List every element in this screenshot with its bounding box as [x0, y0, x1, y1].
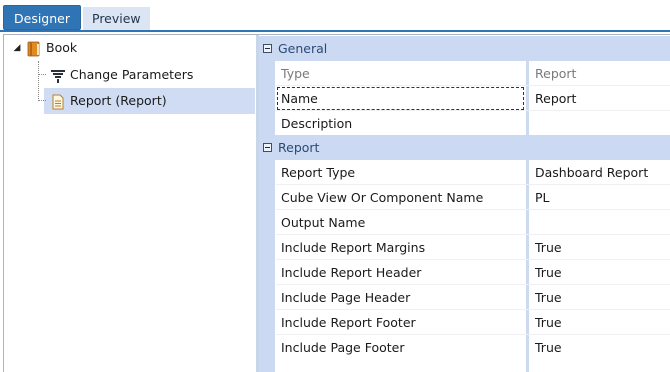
tree-connector — [38, 74, 46, 75]
property-value-field[interactable] — [529, 210, 670, 235]
tree-node-label: Report (Report) — [70, 93, 167, 108]
row-gutter — [259, 160, 275, 185]
tree-node-label: Book — [46, 40, 78, 55]
tab-underline — [0, 30, 670, 32]
tree-connector — [38, 100, 46, 101]
property-row[interactable]: Include Report Footer True — [259, 310, 670, 335]
row-gutter — [259, 335, 275, 360]
report-document-icon — [50, 93, 66, 110]
property-name: Output Name — [281, 215, 366, 230]
property-row[interactable]: Type Report — [259, 61, 670, 86]
tree-node-report[interactable]: Report (Report) — [50, 88, 167, 114]
property-row[interactable]: Cube View Or Component Name PL — [259, 185, 670, 210]
property-value-field[interactable]: Report — [529, 86, 670, 111]
row-gutter — [259, 210, 275, 235]
book-icon — [26, 40, 42, 57]
property-row[interactable]: Include Page Footer True — [259, 335, 670, 360]
property-value-field[interactable]: True — [529, 260, 670, 285]
row-gutter — [259, 360, 275, 372]
property-row[interactable]: Include Report Header True — [259, 260, 670, 285]
tree-connector — [38, 61, 39, 101]
category-general[interactable]: General — [259, 36, 670, 61]
row-gutter — [259, 310, 275, 335]
property-value-field[interactable]: True — [529, 310, 670, 335]
row-gutter — [259, 61, 275, 86]
grid-empty-space — [259, 360, 670, 372]
property-name: Include Report Footer — [281, 315, 416, 330]
property-name: Report Type — [281, 165, 356, 180]
property-row[interactable]: Description — [259, 111, 670, 136]
property-value-field[interactable]: True — [529, 235, 670, 260]
property-name: Include Report Header — [281, 265, 422, 280]
row-gutter — [259, 185, 275, 210]
property-value-field[interactable]: PL — [529, 185, 670, 210]
property-name: Description — [281, 116, 353, 131]
property-row[interactable]: Include Page Header True — [259, 285, 670, 310]
book-tree: ◢ Book Change Parameters Report (Report) — [3, 35, 256, 372]
property-row[interactable]: Include Report Margins True — [259, 235, 670, 260]
property-name: Include Report Margins — [281, 240, 426, 255]
collapse-triangle-icon[interactable]: ◢ — [11, 35, 23, 61]
property-value-field[interactable]: Dashboard Report — [529, 160, 670, 185]
property-name: Name — [276, 86, 525, 111]
property-name: Include Page Header — [281, 290, 411, 305]
filter-funnel-icon — [50, 67, 66, 83]
tab-designer[interactable]: Designer — [3, 5, 81, 30]
row-gutter — [259, 111, 275, 136]
property-value-field[interactable]: True — [529, 335, 670, 360]
property-row[interactable]: Output Name — [259, 210, 670, 235]
tree-node-change-parameters[interactable]: Change Parameters — [50, 62, 193, 88]
tree-node-label: Change Parameters — [70, 67, 194, 82]
category-label: Report — [278, 140, 320, 155]
tab-preview[interactable]: Preview — [83, 7, 150, 30]
property-row[interactable]: Report Type Dashboard Report — [259, 160, 670, 185]
property-value-field[interactable] — [529, 111, 670, 136]
property-name: Type — [281, 66, 310, 81]
category-report[interactable]: Report — [259, 135, 670, 160]
property-name: Cube View Or Component Name — [281, 190, 484, 205]
property-name: Include Page Footer — [281, 340, 405, 355]
row-gutter — [259, 86, 275, 111]
property-grid: General Type Report Name Report Descript… — [259, 35, 670, 372]
row-gutter — [259, 235, 275, 260]
property-row[interactable]: Name Report — [259, 86, 670, 111]
property-value-field[interactable]: True — [529, 285, 670, 310]
category-label: General — [278, 41, 328, 56]
property-value: Report — [535, 66, 577, 81]
row-gutter — [259, 260, 275, 285]
collapse-minus-icon[interactable] — [263, 143, 272, 152]
designer-tab-strip: Designer Preview — [3, 5, 150, 31]
tree-node-book[interactable]: ◢ Book — [11, 35, 77, 61]
row-gutter — [259, 285, 275, 310]
collapse-minus-icon[interactable] — [263, 44, 272, 53]
column-separator — [526, 360, 529, 372]
